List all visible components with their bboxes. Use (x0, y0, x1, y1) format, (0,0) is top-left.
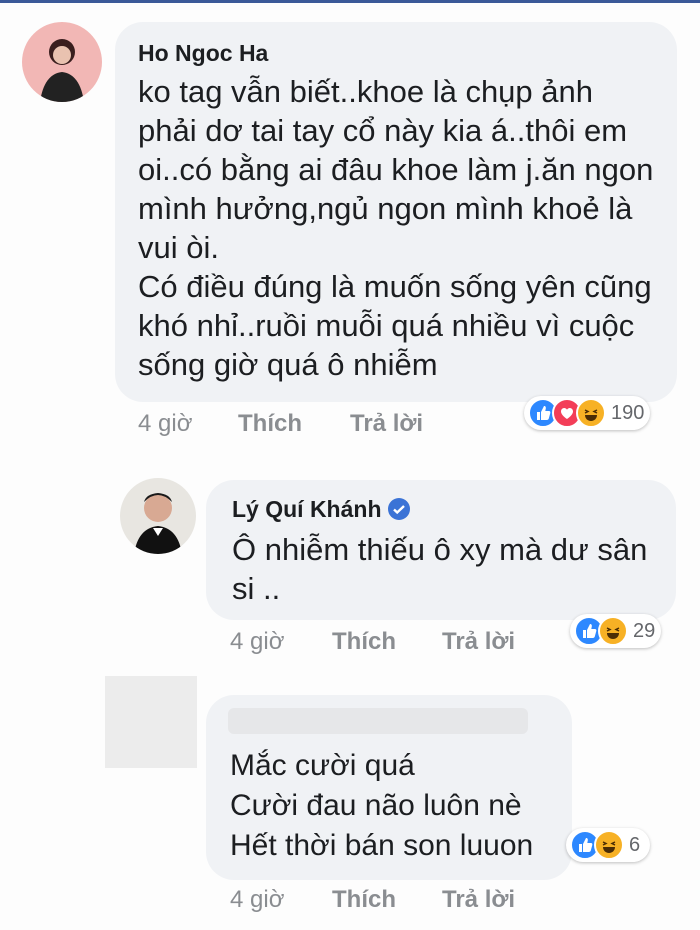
avatar[interactable] (22, 22, 102, 102)
comment-author[interactable]: Lý Quí Khánh (232, 496, 410, 523)
reaction-summary[interactable]: 190 (524, 396, 651, 430)
comment-text: Ô nhiễm thiếu ô xy mà dư sân si .. (232, 532, 648, 606)
reply-button[interactable]: Trả lời (442, 628, 515, 656)
haha-icon (594, 830, 624, 860)
author-name-redacted (228, 708, 528, 734)
reply-button[interactable]: Trả lời (442, 886, 515, 914)
author-name: Lý Quí Khánh (232, 496, 382, 522)
comment-time[interactable]: 4 giờ (230, 628, 284, 656)
comment-time[interactable]: 4 giờ (230, 886, 284, 914)
like-button[interactable]: Thích (238, 410, 302, 438)
top-border (0, 0, 700, 3)
avatar-person-icon (134, 493, 182, 554)
reaction-summary[interactable]: 29 (570, 614, 662, 648)
reply-button[interactable]: Trả lời (350, 410, 423, 438)
reaction-summary[interactable]: 6 (566, 828, 651, 862)
like-button[interactable]: Thích (332, 628, 396, 656)
comment-time[interactable]: 4 giờ (138, 410, 192, 438)
comment-text: Mắc cười quá Cười đau não luôn nè Hết th… (230, 749, 534, 862)
avatar[interactable] (120, 478, 196, 554)
reaction-count: 6 (629, 833, 641, 856)
verified-badge-icon (387, 498, 410, 520)
comment-text: ko tag vẫn biết..khoe là chụp ảnh phải d… (138, 74, 654, 382)
comment-author[interactable]: Ho Ngoc Ha (138, 40, 268, 67)
reaction-count: 190 (611, 401, 645, 424)
avatar-person-icon (40, 39, 84, 102)
like-button[interactable]: Thích (332, 886, 396, 914)
haha-icon (576, 398, 606, 428)
reaction-count: 29 (633, 619, 656, 642)
avatar-placeholder[interactable] (105, 676, 197, 768)
haha-icon (598, 616, 628, 646)
